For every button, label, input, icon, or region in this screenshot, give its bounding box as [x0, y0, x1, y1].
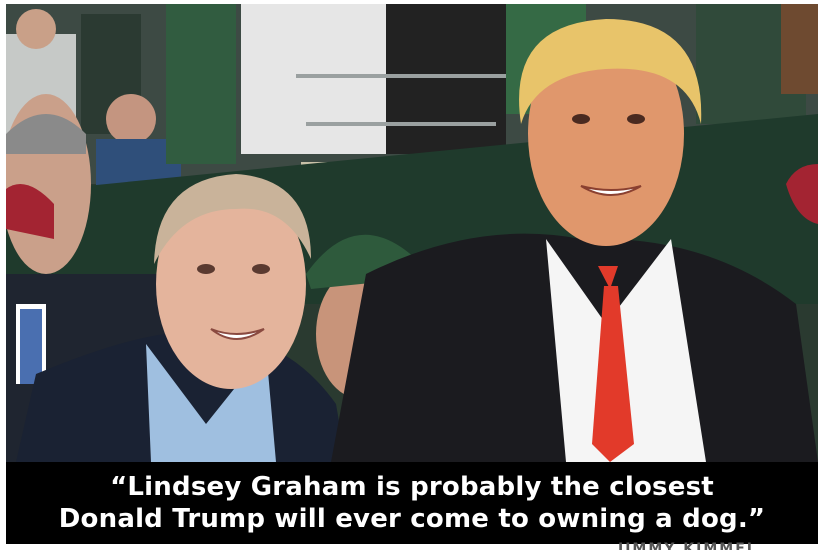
stadium-photo: [6, 4, 818, 462]
meme-image: “Lindsey Graham is probably the closest …: [0, 0, 828, 550]
photo-illustration: [6, 4, 818, 462]
frame-right: [818, 0, 828, 550]
credit-attribution: JIMMY KIMMEL: [618, 541, 758, 550]
caption-bar: “Lindsey Graham is probably the closest …: [6, 462, 818, 544]
caption-line-1: “Lindsey Graham is probably the closest: [110, 472, 714, 502]
caption-line-2: Donald Trump will ever come to owning a …: [58, 504, 766, 534]
